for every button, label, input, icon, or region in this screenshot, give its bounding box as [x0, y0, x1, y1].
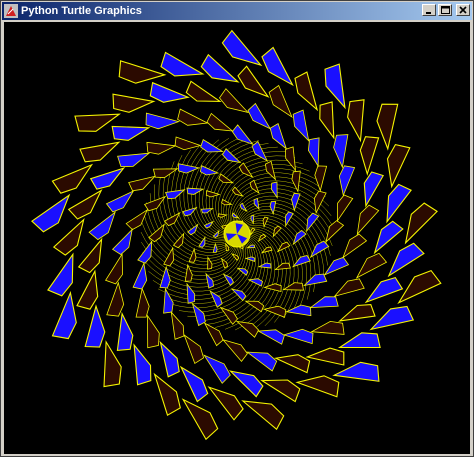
maximize-button[interactable] [438, 4, 452, 16]
title-bar[interactable]: Python Turtle Graphics [2, 2, 472, 20]
maximize-icon [440, 6, 450, 14]
minimize-icon [426, 12, 431, 14]
close-icon [459, 6, 467, 14]
minimize-button[interactable] [422, 4, 436, 16]
window-title: Python Turtle Graphics [21, 5, 142, 17]
spiral-drawing [4, 22, 470, 454]
tk-feather-icon[interactable] [4, 4, 18, 18]
turtle-canvas[interactable] [4, 22, 470, 454]
close-button[interactable] [456, 4, 470, 16]
turtle-window: Python Turtle Graphics [0, 0, 474, 457]
